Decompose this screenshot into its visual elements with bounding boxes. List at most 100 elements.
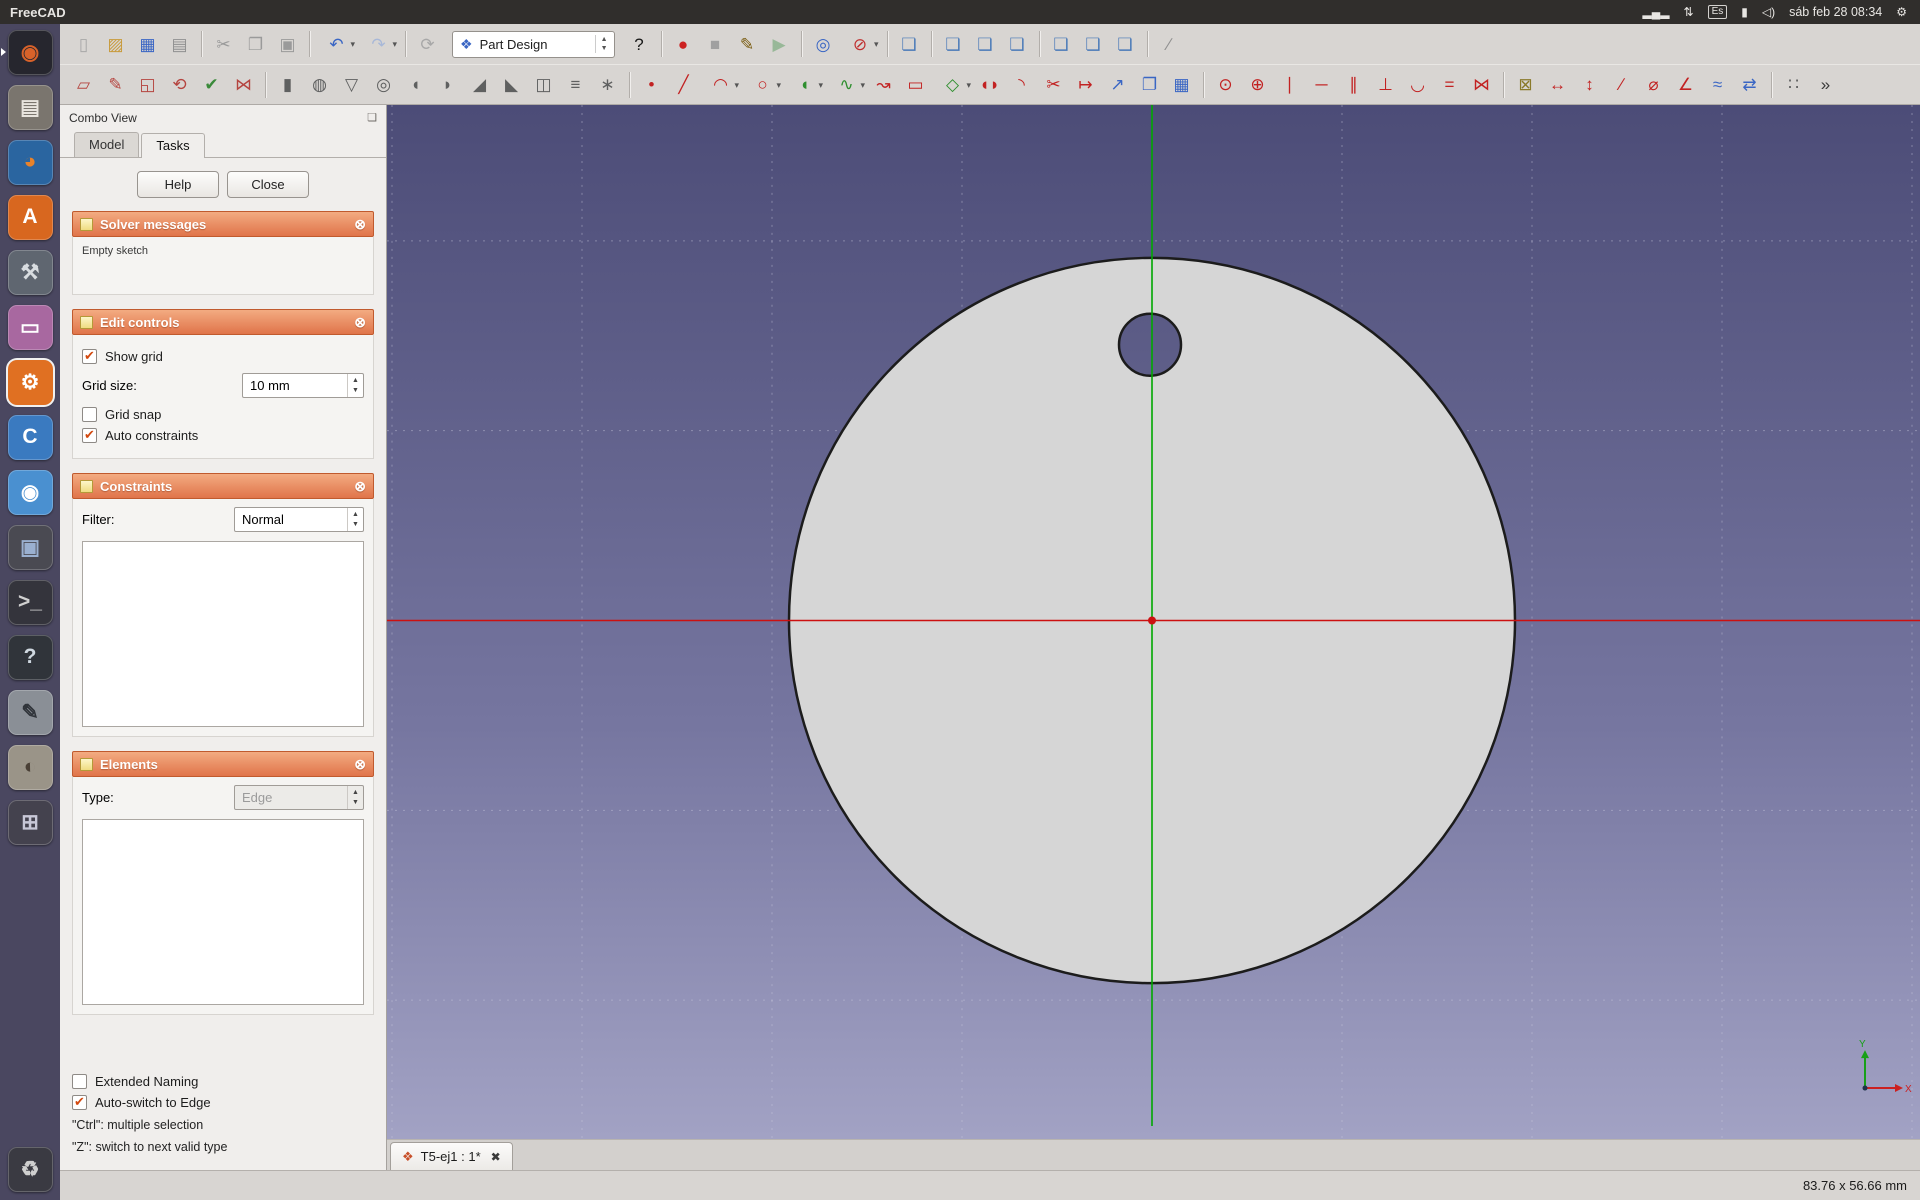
constraint-vertical-distance-button[interactable]: ↕ <box>1574 69 1605 101</box>
constraint-filter-select[interactable]: Normal ▲▼ <box>234 507 364 532</box>
map-sketch-button[interactable]: ◱ <box>132 69 163 101</box>
macro-edit-button[interactable]: ✎ <box>732 28 763 60</box>
fit-all-button[interactable]: ◎ <box>808 28 839 60</box>
constraint-parallel-button[interactable]: ∥ <box>1338 69 1369 101</box>
bottom-view-button[interactable]: ❏ <box>1078 28 1109 60</box>
create-point-button[interactable]: • <box>636 69 667 101</box>
create-polyline-button[interactable]: ↝ <box>868 69 899 101</box>
workbench-selector-arrows-icon[interactable]: ▲▼ <box>595 35 611 53</box>
origin-point[interactable] <box>1148 617 1156 625</box>
whats-this-button[interactable]: ? <box>624 28 655 60</box>
terminal-launcher-button[interactable]: >_ <box>3 577 57 627</box>
constraint-symmetric-button[interactable]: ⋈ <box>1466 69 1497 101</box>
session-indicator[interactable]: ⚙ <box>1889 0 1914 24</box>
web-browser-launcher-button[interactable]: ◉ <box>3 467 57 517</box>
freecad-launcher-button[interactable]: ⚙ <box>3 357 57 407</box>
select-arrows-icon[interactable]: ▲▼ <box>347 508 363 531</box>
external-geometry-button[interactable]: ↗ <box>1102 69 1133 101</box>
create-circle-button[interactable]: ○ <box>742 69 783 101</box>
constraints-list[interactable] <box>82 541 364 727</box>
keyboard-indicator[interactable]: Es <box>1701 0 1735 24</box>
constraint-snell-button[interactable]: ≈ <box>1702 69 1733 101</box>
volume-indicator[interactable]: ◁) <box>1755 0 1782 24</box>
create-polygon-button[interactable]: ◇ <box>932 69 973 101</box>
battery-indicator[interactable]: ▮ <box>1734 0 1755 24</box>
refresh-button[interactable]: ⟳ <box>412 28 443 60</box>
text-editor-launcher-button[interactable]: ✎ <box>3 687 57 737</box>
constraint-radius-button[interactable]: ⌀ <box>1638 69 1669 101</box>
extend-edge-button[interactable]: ↦ <box>1070 69 1101 101</box>
open-document-button[interactable]: ▨ <box>100 28 131 60</box>
axonometric-view-button[interactable]: ❏ <box>894 28 925 60</box>
top-view-button[interactable]: ❏ <box>970 28 1001 60</box>
pad-button[interactable]: ▮ <box>272 69 303 101</box>
create-fillet-button[interactable]: ◝ <box>1006 69 1037 101</box>
trash-launcher-button[interactable]: ♻ <box>3 1144 57 1194</box>
extended-naming-checkbox[interactable] <box>72 1074 87 1089</box>
cut-button[interactable]: ✂ <box>208 28 239 60</box>
constraint-angle-button[interactable]: ∠ <box>1670 69 1701 101</box>
copy-button[interactable]: ❐ <box>240 28 271 60</box>
merge-sketches-button[interactable]: ⋈ <box>228 69 259 101</box>
hole-button[interactable]: ◎ <box>368 69 399 101</box>
file-manager-launcher-button[interactable]: ▤ <box>3 82 57 132</box>
auto-switch-checkbox[interactable] <box>72 1095 87 1110</box>
constraint-vertical-button[interactable]: ∣ <box>1274 69 1305 101</box>
left-view-button[interactable]: ❏ <box>1110 28 1141 60</box>
create-arc-button[interactable]: ◠ <box>700 69 741 101</box>
validate-sketch-button[interactable]: ✔ <box>196 69 227 101</box>
groove-button[interactable]: ◖ <box>400 69 431 101</box>
help-viewer-launcher-button[interactable]: ? <box>3 632 57 682</box>
create-bspline-button[interactable]: ∿ <box>826 69 867 101</box>
create-line-button[interactable]: ╱ <box>668 69 699 101</box>
constraint-perpendicular-button[interactable]: ⊥ <box>1370 69 1401 101</box>
construction-mode-button[interactable]: ▦ <box>1166 69 1197 101</box>
revolution-button[interactable]: ◍ <box>304 69 335 101</box>
gimp-launcher-button[interactable]: ◐ <box>3 742 57 792</box>
workbench-selector[interactable]: ❖ Part Design ▲▼ <box>452 31 615 58</box>
draft-button[interactable]: ◣ <box>496 69 527 101</box>
clock-indicator[interactable]: sáb feb 28 08:34 <box>1782 0 1889 24</box>
paste-button[interactable]: ▣ <box>272 28 303 60</box>
measure-distance-button[interactable]: ∕ <box>1154 28 1185 60</box>
grid-size-input[interactable]: 10 mm ▲▼ <box>242 373 364 398</box>
load-indicator[interactable]: ▂▄▂ <box>1636 0 1677 24</box>
right-view-button[interactable]: ❏ <box>1002 28 1033 60</box>
system-tools-launcher-button[interactable]: ⚒ <box>3 247 57 297</box>
show-grid-checkbox[interactable] <box>82 349 97 364</box>
chamfer-button[interactable]: ◢ <box>464 69 495 101</box>
close-button[interactable]: Close <box>227 171 309 198</box>
media-player-launcher-button[interactable]: ▭ <box>3 302 57 352</box>
create-slot-button[interactable]: ◖◗ <box>974 69 1005 101</box>
macro-play-button[interactable]: ▶ <box>764 28 795 60</box>
sketch-canvas[interactable]: Y X <box>387 105 1920 1139</box>
collapse-icon[interactable]: ⊗ <box>354 217 366 231</box>
edit-controls-header[interactable]: Edit controls ⊗ <box>72 309 374 335</box>
chromium-launcher-button[interactable]: C <box>3 412 57 462</box>
redo-button[interactable]: ↷ <box>358 28 399 60</box>
spinner-arrows-icon[interactable]: ▲▼ <box>347 374 363 397</box>
screenshot-tool-launcher-button[interactable]: ▣ <box>3 522 57 572</box>
constraint-lock-button[interactable]: ⊠ <box>1510 69 1541 101</box>
auto-constraints-checkbox[interactable] <box>82 428 97 443</box>
constraint-horizontal-button[interactable]: ─ <box>1306 69 1337 101</box>
new-document-button[interactable]: ▯ <box>68 28 99 60</box>
print-document-button[interactable]: ▤ <box>164 28 195 60</box>
tab-model[interactable]: Model <box>74 132 139 157</box>
constraint-tangent-button[interactable]: ◡ <box>1402 69 1433 101</box>
mirrored-button[interactable]: ◫ <box>528 69 559 101</box>
firefox-launcher-button[interactable]: ◕ <box>3 137 57 187</box>
create-conic-button[interactable]: ◖ <box>784 69 825 101</box>
create-sketch-button[interactable]: ▱ <box>68 69 99 101</box>
dash-home-launcher-button[interactable]: ◉ <box>3 27 57 77</box>
constraint-equal-button[interactable]: = <box>1434 69 1465 101</box>
help-button[interactable]: Help <box>137 171 219 198</box>
fillet-feature-button[interactable]: ◗ <box>432 69 463 101</box>
constraint-coincident-button[interactable]: ⊙ <box>1210 69 1241 101</box>
create-rectangle-button[interactable]: ▭ <box>900 69 931 101</box>
select-elements-button[interactable]: ∷ <box>1778 69 1809 101</box>
collapse-icon[interactable]: ⊗ <box>354 757 366 771</box>
undo-button[interactable]: ↶ <box>316 28 357 60</box>
reorient-sketch-button[interactable]: ⟲ <box>164 69 195 101</box>
grid-snap-checkbox[interactable] <box>82 407 97 422</box>
